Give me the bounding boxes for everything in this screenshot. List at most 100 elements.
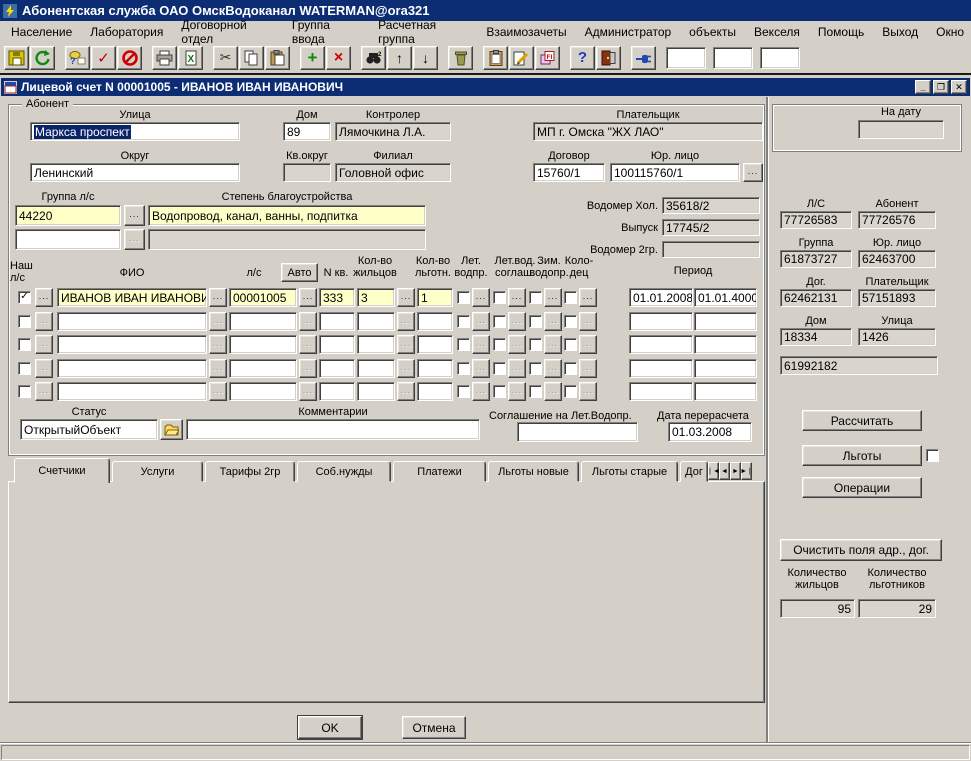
let-vodpr-checkbox[interactable] [457,362,470,375]
let-soglash-checkbox[interactable] [493,362,506,375]
ochistit-button[interactable]: Очистить поля адр., дог. [780,539,942,561]
ls-field[interactable] [229,312,297,331]
id-ulitsa-field[interactable]: 1426 [858,328,936,346]
zhiltsy-lookup-button[interactable]: ... [397,382,415,401]
rasschitat-button[interactable]: Рассчитать [802,410,922,431]
tab-tarify-2gr[interactable]: Тарифы 2гр [205,461,295,482]
save-icon[interactable] [4,45,29,70]
fio-picker-button[interactable]: ... [35,382,53,401]
ls-field[interactable] [229,335,297,354]
yur-lico-field[interactable]: 100115760/1 [610,163,740,182]
zhiltsy-field[interactable] [357,335,395,354]
n-kv-field[interactable] [319,312,355,331]
tab-scroll-first-icon[interactable]: ❘◄ [707,462,720,480]
zhiltsy-field[interactable] [357,359,395,378]
operacii-button[interactable]: Операции [802,477,922,498]
let-soglash-checkbox[interactable] [493,338,506,351]
dom-field[interactable]: 89 [283,122,331,141]
kolodec-button[interactable]: ... [579,359,597,378]
filial-field[interactable]: Головной офис [335,163,451,182]
add-record-icon[interactable]: + [300,45,325,70]
delete-record-icon[interactable]: × [326,45,351,70]
zim-vodopr-button[interactable]: ... [544,382,562,401]
fio-picker-button[interactable]: ... [35,335,53,354]
let-vodpr-checkbox[interactable] [457,385,470,398]
menu-okno[interactable]: Окно [927,23,971,41]
zhiltsy-lookup-button[interactable]: ... [397,359,415,378]
let-soglash-button[interactable]: ... [508,288,526,307]
zhiltsy-lookup-button[interactable]: ... [397,288,415,307]
edit-note-icon[interactable] [509,45,534,70]
gruppa-ls-field-2[interactable] [15,229,121,250]
period-to-field[interactable] [694,335,757,354]
zhiltsy-field[interactable] [357,312,395,331]
fio-field[interactable]: ИВАНОВ ИВАН ИВАНОВИЧ [57,288,207,307]
let-soglash-checkbox[interactable] [493,291,506,304]
ok-button[interactable]: OK [298,716,362,739]
tab-platezhi[interactable]: Платежи [393,461,486,482]
fio-field[interactable] [57,312,207,331]
let-vodpr-checkbox[interactable] [457,315,470,328]
lgoty-checkbox[interactable] [926,449,939,462]
period-to-field[interactable] [694,359,757,378]
menu-laboratoriya[interactable]: Лаборатория [81,23,172,41]
zim-vodopr-button[interactable]: ... [544,312,562,331]
auto-button[interactable]: Авто [281,263,318,282]
gruppa-ls-picker-button[interactable]: ... [124,205,145,226]
ls-lookup-button[interactable]: ... [299,288,317,307]
otmena-button[interactable]: Отмена [402,716,466,739]
lgotniki-field[interactable] [417,382,453,401]
fio-lookup-button[interactable]: ... [209,359,227,378]
let-soglash-checkbox[interactable] [493,385,506,398]
menu-administrator[interactable]: Администратор [576,23,681,41]
maximize-button[interactable]: ❐ [933,80,949,94]
menu-obekty[interactable]: объекты [680,23,745,41]
kolichestvo-lgotnikov-field[interactable]: 29 [858,599,936,618]
zim-vodopr-button[interactable]: ... [544,335,562,354]
ls-lookup-button[interactable]: ... [299,359,317,378]
period-to-field[interactable]: 01.01.4000 [694,288,757,307]
period-from-field[interactable] [629,312,693,331]
fio-lookup-button[interactable]: ... [209,382,227,401]
find-icon[interactable]: 2 [361,45,386,70]
kolodec-button[interactable]: ... [579,382,597,401]
let-vodpr-checkbox[interactable] [457,338,470,351]
trash-icon[interactable] [448,45,473,70]
kolodec-button[interactable]: ... [579,288,597,307]
vypusk-field[interactable]: 17745/2 [662,219,760,236]
stepen-field[interactable]: Водопровод, канал, ванны, подпитка [148,205,426,226]
kolodec-checkbox[interactable] [564,291,577,304]
na-datu-field[interactable] [858,120,944,139]
kolichestvo-zhiltsov-field[interactable]: 95 [780,599,855,618]
clipboard-icon[interactable] [483,45,508,70]
exit-door-icon[interactable] [596,45,621,70]
period-to-field[interactable] [694,382,757,401]
fio-lookup-button[interactable]: ... [209,312,227,331]
film-fi-icon[interactable]: FI [535,45,560,70]
fio-field[interactable] [57,335,207,354]
tab-sob-nuzhdy[interactable]: Соб.нужды [297,461,391,482]
status-field[interactable]: ОткрытыйОбъект [20,419,158,440]
row-select-checkbox[interactable] [18,338,31,351]
kolodec-button[interactable]: ... [579,312,597,331]
help-icon[interactable]: ? [570,45,595,70]
row-select-checkbox[interactable] [18,315,31,328]
lgoty-button[interactable]: Льготы [802,445,922,466]
ls-lookup-button[interactable]: ... [299,312,317,331]
fio-field[interactable] [57,382,207,401]
tab-uslugi[interactable]: Услуги [112,461,203,482]
let-vodpr-button[interactable]: ... [472,359,490,378]
tab-dog[interactable]: Дог [680,461,708,482]
id-gruppa-field[interactable]: 61873727 [780,250,852,268]
row-select-checkbox[interactable] [18,362,31,375]
menu-vykhod[interactable]: Выход [873,23,927,41]
row-select-checkbox[interactable]: ✓ [18,291,31,304]
menu-pomoshch[interactable]: Помощь [809,23,873,41]
kolodec-button[interactable]: ... [579,335,597,354]
gruppa-ls-picker-button-2[interactable]: ... [124,229,145,250]
yur-lico-picker-button[interactable]: ... [743,163,763,182]
close-button[interactable]: ✕ [951,80,967,94]
move-down-icon[interactable]: ↓ [413,45,438,70]
kontroler-field[interactable]: Лямочкина Л.А. [335,122,451,141]
account-query-icon[interactable]: ? [65,45,90,70]
